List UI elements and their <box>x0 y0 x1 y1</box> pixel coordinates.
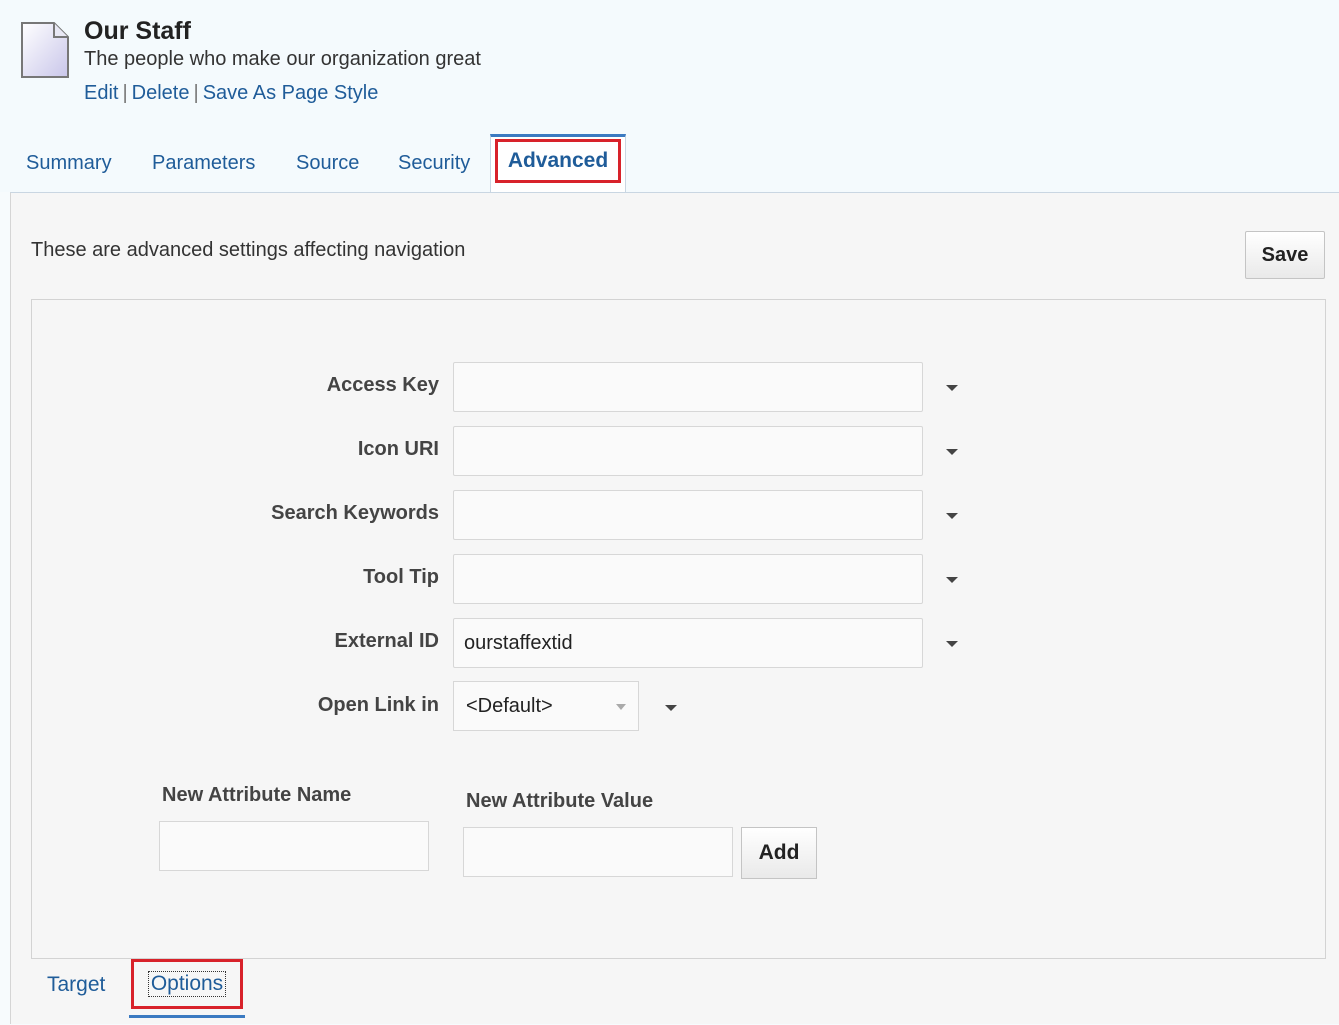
tab-security[interactable]: Security <box>398 152 470 175</box>
external-id-input[interactable]: ourstaffextid <box>453 618 923 668</box>
new-attribute-value-label: New Attribute Value <box>466 790 654 812</box>
page-description: The people who make our organization gre… <box>84 48 481 70</box>
open-link-in-value: <Default> <box>466 694 553 717</box>
separator: | <box>193 82 199 104</box>
access-key-label: Access Key <box>326 374 439 396</box>
separator: | <box>122 82 128 104</box>
chevron-down-icon[interactable] <box>946 577 958 583</box>
chevron-down-icon[interactable] <box>946 385 958 391</box>
page-header: Our Staff The people who make our organi… <box>0 0 1339 192</box>
save-as-page-style-link[interactable]: Save As Page Style <box>203 82 379 104</box>
icon-uri-input[interactable] <box>453 426 923 476</box>
subtab-bar: Target Options <box>11 959 1339 1025</box>
chevron-down-icon[interactable] <box>946 449 958 455</box>
open-link-in-select[interactable]: <Default> <box>453 681 639 731</box>
subtab-options[interactable]: Options <box>131 959 243 1009</box>
icon-uri-label: Icon URI <box>357 438 439 460</box>
new-attribute-name-label: New Attribute Name <box>162 784 352 806</box>
save-button[interactable]: Save <box>1245 231 1325 279</box>
new-attribute-name-input[interactable] <box>159 821 429 871</box>
page-actions: Edit | Delete | Save As Page Style <box>84 82 378 105</box>
page-title: Our Staff <box>84 17 191 45</box>
settings-panel: Access Key Icon URI Search Keywords Tool… <box>31 299 1326 959</box>
tab-advanced-label: Advanced <box>495 139 621 183</box>
tool-tip-input[interactable] <box>453 554 923 604</box>
chevron-down-icon[interactable] <box>946 641 958 647</box>
advanced-tab-content: These are advanced settings affecting na… <box>10 192 1339 1024</box>
new-attribute-value-input[interactable] <box>463 827 733 877</box>
tool-tip-label: Tool Tip <box>363 566 439 588</box>
subtab-options-label: Options <box>147 971 227 997</box>
access-key-input[interactable] <box>453 362 923 412</box>
tab-advanced[interactable]: Advanced <box>490 134 626 192</box>
delete-link[interactable]: Delete <box>132 82 190 104</box>
add-attribute-button[interactable]: Add <box>741 827 817 879</box>
edit-link[interactable]: Edit <box>84 82 118 104</box>
tab-bar: Summary Parameters Source Security Advan… <box>10 134 1339 192</box>
document-icon <box>21 22 69 78</box>
chevron-down-icon[interactable] <box>946 513 958 519</box>
tab-summary[interactable]: Summary <box>26 152 112 175</box>
open-link-in-label: Open Link in <box>317 694 439 716</box>
intro-text: These are advanced settings affecting na… <box>31 239 466 261</box>
chevron-down-icon[interactable] <box>665 705 677 711</box>
search-keywords-input[interactable] <box>453 490 923 540</box>
search-keywords-label: Search Keywords <box>271 502 439 524</box>
tab-source[interactable]: Source <box>296 152 359 175</box>
select-caret-icon <box>616 704 626 710</box>
active-subtab-indicator <box>129 1015 245 1018</box>
subtab-target[interactable]: Target <box>47 973 105 997</box>
external-id-label: External ID <box>334 630 439 652</box>
tab-parameters[interactable]: Parameters <box>152 152 255 175</box>
